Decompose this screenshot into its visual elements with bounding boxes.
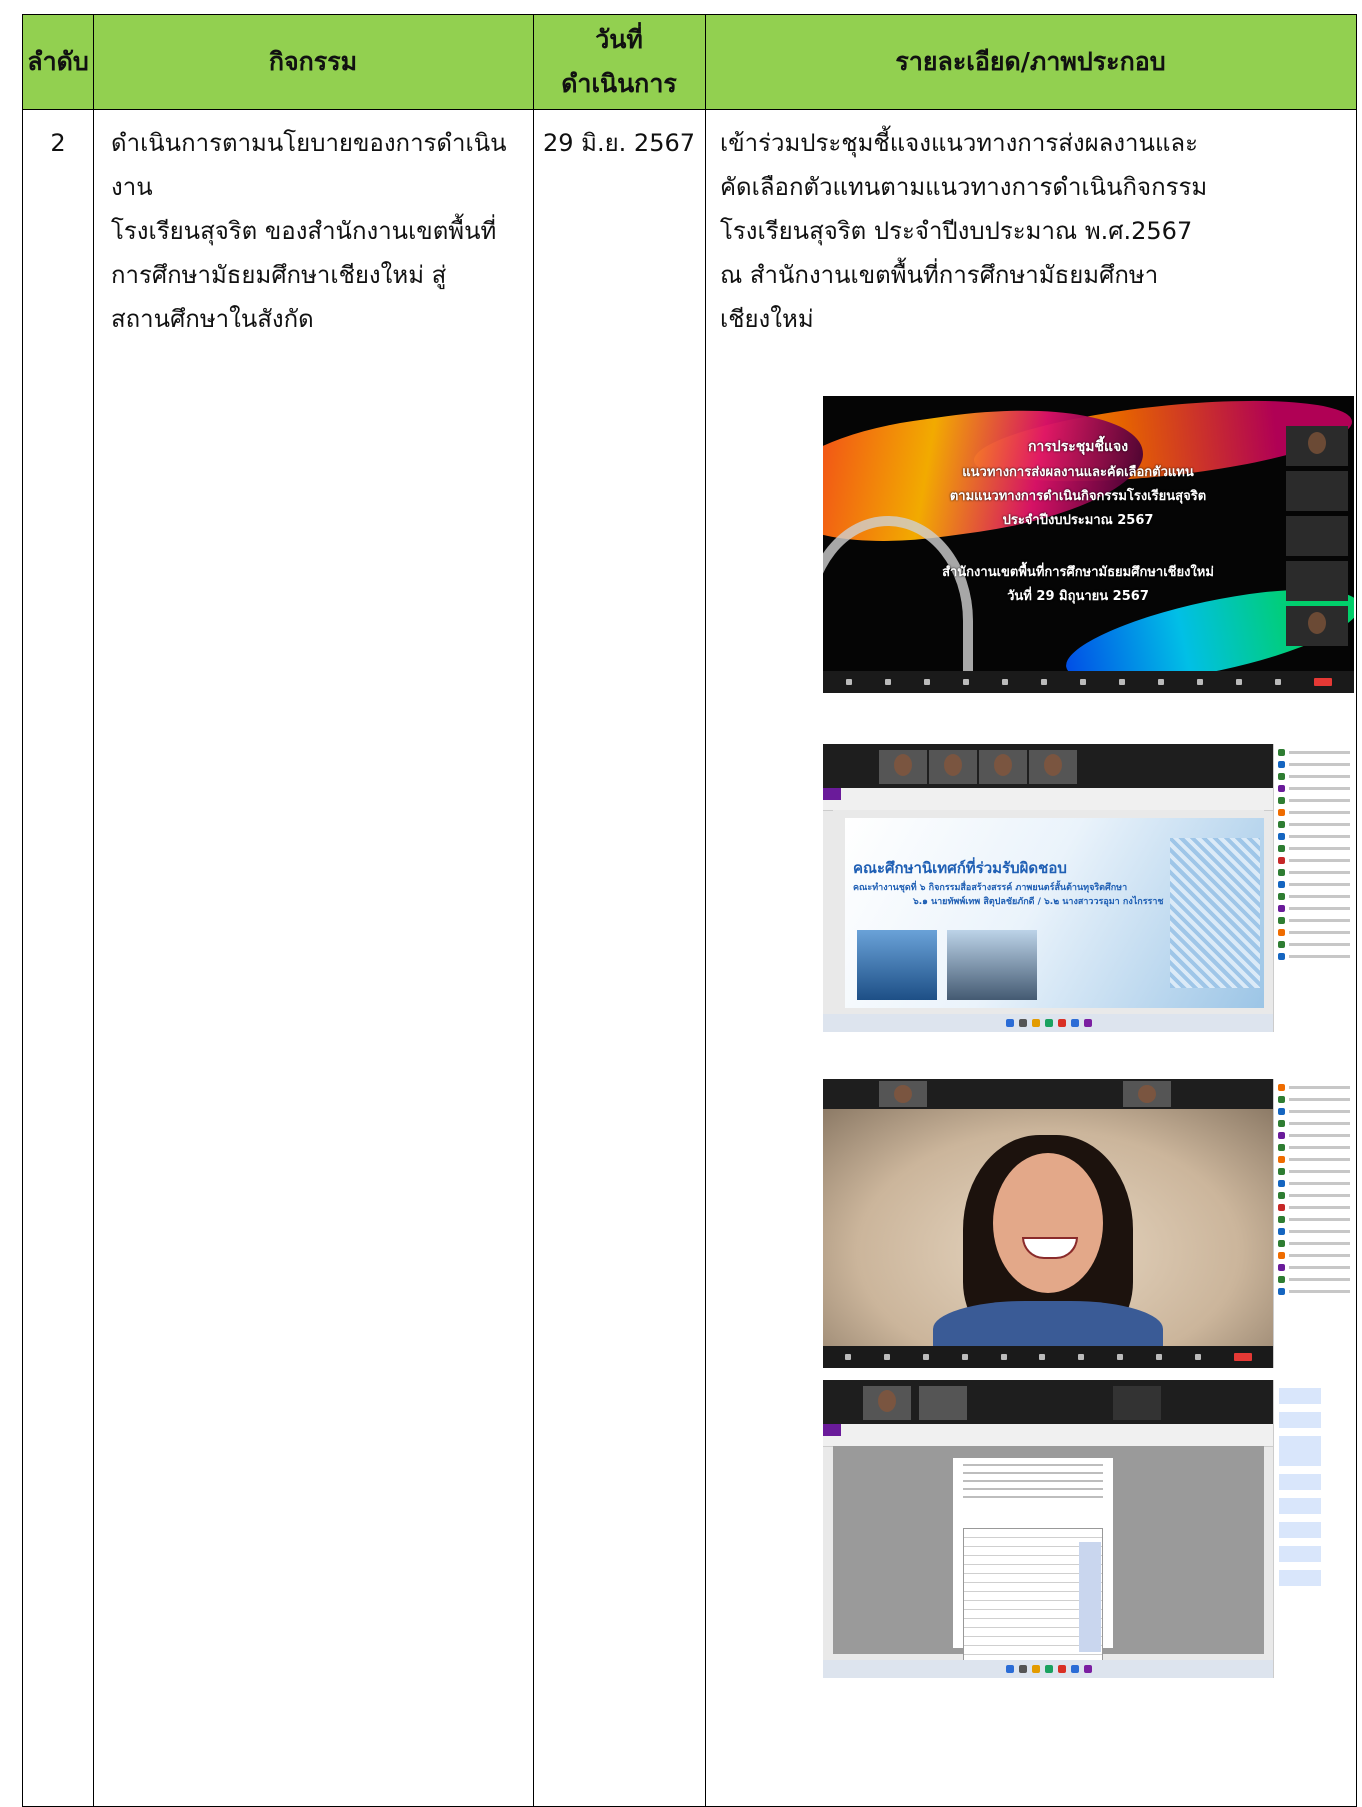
participant-thumb	[929, 750, 977, 784]
header-date-line1: วันที่	[595, 25, 643, 54]
activity-line: การศึกษามัธยมศึกษาเชียงใหม่ สู่	[111, 261, 447, 289]
document-area: คณะศึกษานิเทศก์ที่ร่วมรับผิดชอบ คณะทำงาน…	[833, 810, 1264, 1008]
detail-line: คัดเลือกตัวแทนตามแนวทางการดำเนินกิจกรรม	[720, 173, 1208, 201]
slide-subtitle: ประจำปีงบประมาณ 2567	[1002, 513, 1154, 528]
video-strip	[823, 1079, 1274, 1109]
row-activity: ดำเนินการตามนโยบายของการดำเนินงาน โรงเรี…	[111, 121, 531, 341]
detail-line: ณ สำนักงานเขตพื้นที่การศึกษามัธยมศึกษา	[720, 261, 1159, 289]
participant-thumb	[1123, 1081, 1171, 1107]
slide: คณะศึกษานิเทศก์ที่ร่วมรับผิดชอบ คณะทำงาน…	[845, 818, 1264, 1008]
participant-thumb	[1029, 750, 1077, 784]
speaker-screenshot	[823, 1079, 1354, 1368]
participant-thumb	[879, 750, 927, 784]
row-date: 29 มิ.ย. 2567	[542, 129, 695, 157]
meeting-toolbar	[823, 1346, 1274, 1368]
form-page	[953, 1458, 1113, 1670]
header-details: รายละเอียด/ภาพประกอบ	[895, 47, 1166, 76]
row-order: 2	[50, 129, 66, 157]
participant-strip	[1286, 426, 1348, 651]
participant-thumb	[863, 1386, 911, 1420]
decor-photo	[857, 930, 937, 1000]
slide-text: ๖.๑ นายทัพพ์เทพ สิตุปลชัยภักดี / ๖.๒ นาง…	[913, 897, 1164, 907]
header-activity: กิจกรรม	[268, 47, 358, 76]
col-divider-1	[93, 15, 94, 1806]
decor-building	[1170, 838, 1260, 988]
participants-panel	[1273, 744, 1354, 1032]
detail-line: เชียงใหม่	[720, 305, 814, 333]
form-highlight	[1079, 1542, 1101, 1652]
video-strip	[823, 1380, 1274, 1424]
chat-panel	[1273, 1380, 1354, 1678]
header-date-line2: ดำเนินการ	[561, 69, 677, 98]
participant-thumb	[879, 1081, 927, 1107]
slide-text: คณะทำงานชุดที่ ๖ กิจกรรมสื่อสร้างสรรค์ ภ…	[853, 883, 1128, 893]
table-header-row: ลำดับ กิจกรรม วันที่ ดำเนินการ รายละเอีย…	[23, 15, 1356, 109]
participant-tile	[1286, 426, 1348, 466]
meeting-title-screenshot: การประชุมชี้แจง แนวทางการส่งผลงานและคัดเ…	[823, 396, 1354, 693]
slide-subtitle: ตามแนวทางการดำเนินกิจกรรมโรงเรียนสุจริต	[949, 489, 1207, 504]
detail-line: เข้าร่วมประชุมชี้แจงแนวทางการส่งผลงานและ	[720, 129, 1199, 157]
col-divider-2	[533, 15, 534, 1806]
decor-photo	[947, 930, 1037, 1000]
slide-title: การประชุมชี้แจง	[1027, 439, 1129, 455]
activity-line: สถานศึกษาในสังกัด	[111, 305, 314, 333]
participant-thumb	[979, 750, 1027, 784]
app-ribbon	[823, 1424, 1274, 1447]
activity-line: ดำเนินการตามนโยบายของการดำเนินงาน	[111, 129, 507, 201]
presentation-screenshot: คณะศึกษานิเทศก์ที่ร่วมรับผิดชอบ คณะทำงาน…	[823, 744, 1354, 1032]
participants-panel	[1273, 1079, 1354, 1368]
detail-line: โรงเรียนสุจริต ประจำปีงบประมาณ พ.ศ.2567	[720, 217, 1193, 245]
slide-org: สำนักงานเขตพื้นที่การศึกษามัธยมศึกษาเชีย…	[942, 565, 1214, 580]
os-taskbar	[823, 1014, 1274, 1032]
document-screenshot	[823, 1380, 1354, 1678]
document-area	[833, 1446, 1264, 1670]
speaker-video	[823, 1109, 1274, 1368]
os-taskbar	[823, 1660, 1274, 1678]
participant-tile	[1286, 561, 1348, 601]
col-divider-3	[705, 15, 706, 1806]
video-strip	[823, 744, 1274, 788]
slide-subtitle: แนวทางการส่งผลงานและคัดเลือกตัวแทน	[962, 465, 1194, 480]
meeting-toolbar	[823, 671, 1354, 693]
slide-date: วันที่ 29 มิถุนายน 2567	[1007, 589, 1149, 604]
participant-tile	[1286, 471, 1348, 511]
slide-heading: คณะศึกษานิเทศก์ที่ร่วมรับผิดชอบ	[853, 859, 1067, 877]
app-ribbon	[823, 788, 1274, 811]
header-divider	[23, 109, 1356, 110]
header-order: ลำดับ	[27, 47, 89, 76]
participant-thumb	[1113, 1386, 1161, 1420]
speaker-figure	[993, 1153, 1103, 1293]
participant-tile	[1286, 606, 1348, 646]
header-date: วันที่ ดำเนินการ	[533, 15, 705, 109]
participant-tile	[1286, 516, 1348, 556]
row-details: เข้าร่วมประชุมชี้แจงแนวทางการส่งผลงานและ…	[720, 121, 1360, 341]
participant-thumb	[919, 1386, 967, 1420]
activity-line: โรงเรียนสุจริต ของสำนักงานเขตพื้นที่	[111, 217, 497, 245]
